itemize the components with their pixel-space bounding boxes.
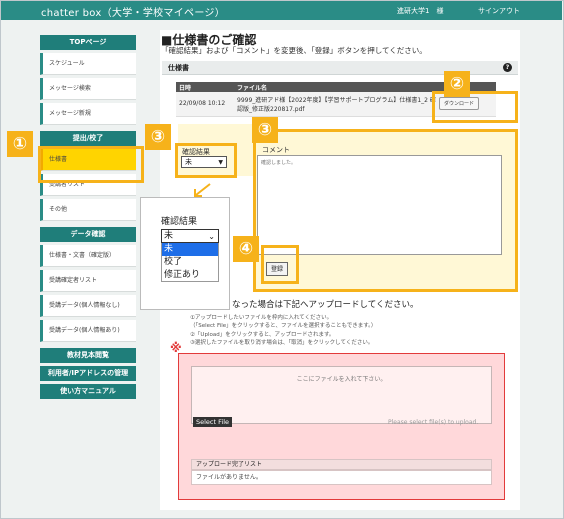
highlight-sidebar-spec — [38, 146, 144, 183]
sidebar-item-message-search[interactable]: メッセージ検索 — [40, 78, 136, 100]
upload-done-header: アップロード完了リスト — [191, 459, 492, 470]
page-instruction: 「確認結果」および「コメント」を変更後、「登録」ボタンを押してください。 — [161, 46, 427, 55]
sidebar-item-confirmed-list[interactable]: 受講確定者リスト — [40, 270, 136, 292]
popup-select[interactable]: 未 ⌄ — [161, 229, 219, 243]
chevron-down-icon: ⌄ — [208, 232, 215, 241]
sidebar-item-spec-final[interactable]: 仕様書・文書（確定版） — [40, 245, 136, 267]
highlight-register — [261, 245, 299, 284]
sidebar-item-users-ip[interactable]: 利用者/IPアドレスの管理 — [40, 366, 136, 381]
sidebar: TOPページ スケジュール メッセージ検索 メッセージ新規 提出/校了 仕様書 … — [40, 35, 136, 402]
sidebar-item-data-no-personal[interactable]: 受講データ(個人情報なし) — [40, 295, 136, 317]
arrow-icon — [194, 183, 211, 197]
upload-notes: ①アップロードしたいファイルを枠内に入れてください。 （「Select File… — [190, 314, 376, 347]
user-name: 進研大学1 様 — [397, 7, 444, 15]
spec-panel-title: 仕様書 — [168, 64, 189, 72]
step-3-badge: ③ — [145, 124, 171, 150]
sidebar-item-materials[interactable]: 教材見本閲覧 — [40, 348, 136, 363]
sidebar-section-data[interactable]: データ確認 — [40, 227, 136, 242]
popup-select-value: 未 — [164, 231, 174, 241]
sidebar-section-submit[interactable]: 提出/校了 — [40, 131, 136, 146]
drop-zone-text: ここにファイルを入れて下さい。 — [296, 376, 387, 383]
step-2-badge: ② — [444, 71, 470, 97]
sidebar-item-other[interactable]: その他 — [40, 199, 136, 221]
popup-option-revision[interactable]: 修正あり — [161, 269, 219, 282]
row-filename[interactable]: 9999_進研アド様【2022年度】【学習サポートプログラム】仕様書1_2 確認… — [234, 92, 436, 117]
upload-note: （「Select File」をクリックすると、ファイルを選択することもできます。… — [190, 323, 377, 330]
col-datetime: 日時 — [176, 82, 234, 92]
popup-option-pending[interactable]: 未 — [161, 243, 219, 256]
upload-lead: なった場合は下記へアップロードしてください。 — [232, 300, 419, 310]
step-1-badge: ① — [7, 131, 33, 157]
sidebar-item-manual[interactable]: 使い方マニュアル — [40, 384, 136, 399]
step-3-badge: ③ — [252, 117, 278, 143]
upload-note: ②「Upload」をクリックすると、アップロードされます。 — [190, 331, 335, 338]
col-filename: ファイル名 — [234, 82, 436, 92]
row-datetime: 22/09/08 10:12 — [176, 92, 234, 117]
select-file-button[interactable]: Select File — [193, 417, 232, 427]
step-4-badge: ④ — [233, 236, 259, 262]
note-mark: ※ — [170, 341, 182, 355]
app-title: chatter box（大学・学校マイページ） — [41, 8, 226, 19]
highlight-confirm-select — [175, 143, 237, 178]
sidebar-item-schedule[interactable]: スケジュール — [40, 53, 136, 75]
popup-label: 確認結果 — [161, 217, 198, 227]
signout-link[interactable]: サインアウト — [478, 6, 520, 16]
help-icon[interactable]: ? — [503, 63, 512, 72]
sidebar-section-top[interactable]: TOPページ — [40, 35, 136, 50]
upload-done-list: ファイルがありません。 — [191, 470, 492, 485]
upload-hint: Please select file(s) to upload. — [388, 419, 479, 426]
upload-note: ①アップロードしたいファイルを枠内に入れてください。 — [190, 315, 333, 321]
upload-note: ③選択したファイルを取り消す場合は、「取消」をクリックしてください。 — [190, 339, 374, 346]
sidebar-item-message-new[interactable]: メッセージ新規 — [40, 103, 136, 125]
top-bar: chatter box（大学・学校マイページ） 進研大学1 様 サインアウト — [1, 1, 562, 20]
sidebar-item-data-personal[interactable]: 受講データ(個人情報あり) — [40, 320, 136, 342]
popup-option-approved[interactable]: 校了 — [161, 256, 219, 269]
